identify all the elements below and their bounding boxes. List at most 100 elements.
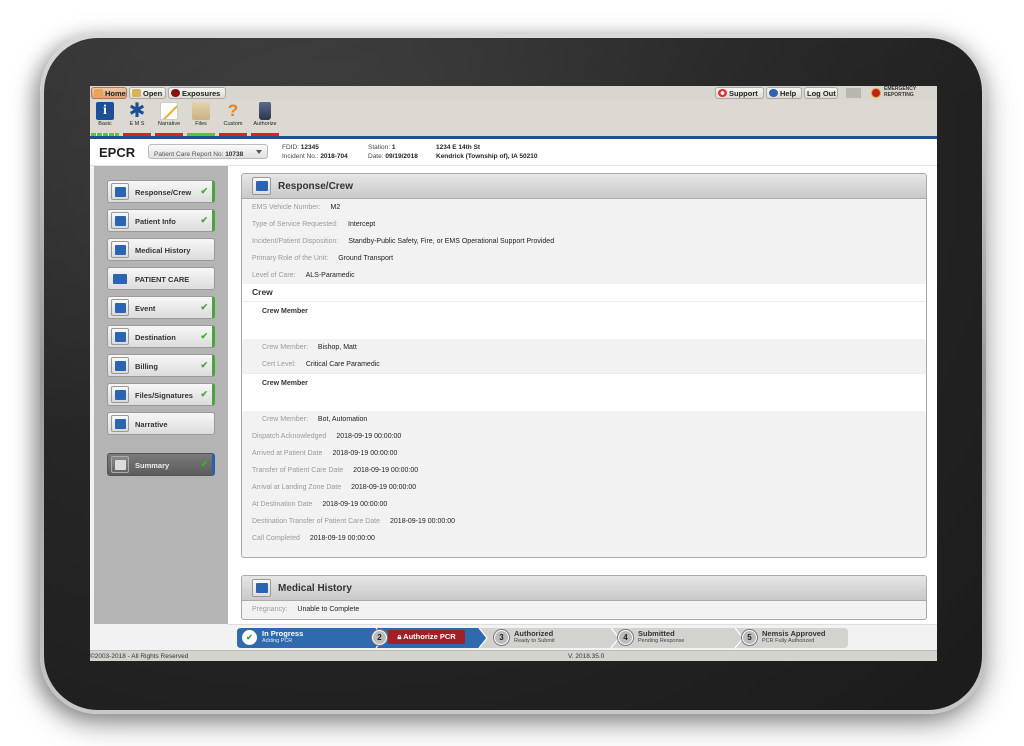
pcr-header: EPCR Patient Care Report No: 10738 FDID:…: [90, 139, 937, 166]
pcr-status-progress: ✔ In Progress Adding PCR 2 🔒︎ Authorize …: [228, 624, 937, 651]
toolbar-authorize[interactable]: Authorize: [251, 102, 279, 136]
medical-history-icon: [252, 579, 271, 597]
medkit-icon: [111, 270, 129, 287]
sidebar-item-event[interactable]: Event ✔: [107, 296, 215, 319]
check-icon: ✔: [200, 331, 208, 341]
time-row: Arrival at Landing Zone Date 2018-09-19 0…: [252, 484, 417, 491]
progress-chevrons: [237, 627, 848, 649]
check-circle-icon: ✔: [242, 630, 257, 645]
field-row: Crew Member: Bishop, Matt: [262, 344, 357, 351]
ambulance-icon: [252, 177, 271, 195]
app-screen: Home Open Exposures Support Help Log Out…: [90, 86, 937, 661]
crew-section-title: Crew: [242, 284, 926, 301]
time-row: Transfer of Patient Care Date 2018-09-19 …: [252, 467, 419, 474]
logout-button[interactable]: Log Out: [804, 87, 838, 99]
panel-header: Medical History: [242, 576, 926, 601]
field-row: Pregnancy: Unable to Complete: [252, 606, 360, 613]
address-info: 1234 E 14th St Kendrick (Township of), I…: [436, 144, 538, 160]
field-row: Type of Service Requested: Intercept: [252, 221, 376, 228]
emergency-reporting-logo-icon: [871, 88, 881, 98]
lifebuoy-icon: [718, 89, 727, 97]
event-icon: [111, 299, 129, 316]
help-button[interactable]: Help: [766, 87, 802, 99]
main-content: Response/Crew EMS Vehicle Number: M2 Type…: [228, 166, 937, 624]
toolbar-ems[interactable]: ✱ E M S: [123, 100, 151, 136]
tab-open[interactable]: Open: [129, 87, 166, 99]
station-date-info: Station: 1 Date: 09/19/2018: [368, 144, 418, 160]
module-toolbar: i Basic ✱ E M S Narrative Files ? Custom…: [90, 100, 937, 136]
field-row: Level of Care: ALS-Paramedic: [252, 272, 355, 279]
padlock-icon: [259, 102, 271, 120]
sidebar-item-medical-history[interactable]: Medical History: [107, 238, 215, 261]
sidebar-item-files-signatures[interactable]: Files/Signatures ✔: [107, 383, 215, 406]
toolbar-files[interactable]: Files: [187, 102, 215, 136]
step-1-bg: [237, 628, 384, 648]
medical-history-panel: Medical History Pregnancy: Unable to Comp…: [241, 575, 927, 620]
sidebar-item-patient-care[interactable]: PATIENT CARE: [107, 267, 215, 290]
billing-icon: [111, 357, 129, 374]
support-button[interactable]: Support: [715, 87, 764, 99]
check-icon: ✔: [200, 186, 208, 196]
check-icon: ✔: [200, 360, 208, 370]
footer-bar: ©2003-2018 - All Rights Reserved V. 2018…: [90, 650, 937, 661]
field-row: Incident/Patient Disposition: Standby-Pub…: [252, 238, 555, 245]
medical-history-icon: [111, 241, 129, 258]
brand-line2: REPORTING: [884, 91, 914, 98]
time-row: At Destination Date 2018-09-19 00:00:00: [252, 501, 388, 508]
info-icon: i: [96, 102, 114, 120]
toolbar-custom[interactable]: ? Custom: [219, 101, 247, 136]
brand-logo: EMERGENCY REPORTING: [871, 86, 935, 99]
panel-header: Response/Crew: [242, 174, 926, 199]
check-icon: ✔: [200, 215, 208, 225]
signature-icon: [111, 386, 129, 403]
check-icon: ✔: [200, 389, 208, 399]
authorize-pcr-button[interactable]: 🔒︎ Authorize PCR: [388, 630, 465, 644]
toolbar-narrative[interactable]: Narrative: [155, 102, 183, 136]
version: V. 2018.35.0: [568, 653, 605, 660]
check-icon: ✔: [200, 302, 208, 312]
help-icon: [769, 89, 778, 97]
lock-icon: 🔒︎: [397, 632, 402, 641]
home-icon: [94, 89, 103, 97]
time-row: Call Completed 2018-09-19 00:00:00: [252, 535, 375, 542]
field-row: Crew Member: Bot, Automation: [262, 416, 368, 423]
time-row: Arrived at Patient Date 2018-09-19 00:00:…: [252, 450, 398, 457]
folder-open-icon: [132, 89, 141, 97]
tab-exposures[interactable]: Exposures: [168, 87, 226, 99]
patient-info-icon: [111, 212, 129, 229]
sidebar-item-narrative[interactable]: Narrative: [107, 412, 215, 435]
app-title: EPCR: [99, 145, 136, 160]
fdid-incident-info: FDID: 12345 Incident No.: 2018-704: [282, 144, 348, 160]
ambulance-icon: [111, 183, 129, 200]
top-nav-bar: Home Open Exposures Support Help Log Out…: [90, 86, 937, 101]
field-row: EMS Vehicle Number: M2: [252, 204, 341, 211]
time-row: Destination Transfer of Patient Care Dat…: [252, 518, 456, 525]
crew-member-card: Crew Member: [242, 373, 926, 411]
mail-icon[interactable]: [846, 88, 861, 98]
sidebar-item-response-crew[interactable]: Response/Crew ✔: [107, 180, 215, 203]
sidebar-item-billing[interactable]: Billing ✔: [107, 354, 215, 377]
copyright: ©2003-2018 - All Rights Reserved: [90, 653, 189, 660]
pcr-number-dropdown[interactable]: Patient Care Report No: 10738: [148, 144, 268, 159]
pencil-icon: [111, 415, 129, 432]
sidebar-item-summary[interactable]: Summary ✔: [107, 453, 215, 476]
custom-form-icon: ?: [227, 101, 239, 120]
star-of-life-icon: ✱: [128, 100, 146, 122]
exposures-icon: [171, 89, 180, 97]
response-crew-panel: Response/Crew EMS Vehicle Number: M2 Type…: [241, 173, 927, 558]
sidebar-item-patient-info[interactable]: Patient Info ✔: [107, 209, 215, 232]
chevron-down-icon: [256, 150, 262, 154]
crew-member-card: Crew Member: [242, 301, 926, 339]
field-row: Cert Level: Critical Care Paramedic: [262, 361, 380, 368]
toolbar-basic[interactable]: i Basic: [91, 102, 119, 136]
destination-icon: [111, 328, 129, 345]
check-icon: ✔: [200, 459, 208, 469]
time-row: Dispatch Acknowledged 2018-09-19 00:00:00: [252, 433, 402, 440]
narrative-icon: [160, 102, 178, 120]
sidebar-item-destination[interactable]: Destination ✔: [107, 325, 215, 348]
section-sidebar: Response/Crew ✔ Patient Info ✔ Medical H…: [94, 166, 228, 624]
tab-home[interactable]: Home: [91, 87, 127, 99]
folder-icon: [192, 102, 210, 120]
unlock-icon: [111, 456, 129, 473]
field-row: Primary Role of the Unit: Ground Transpor…: [252, 255, 394, 262]
